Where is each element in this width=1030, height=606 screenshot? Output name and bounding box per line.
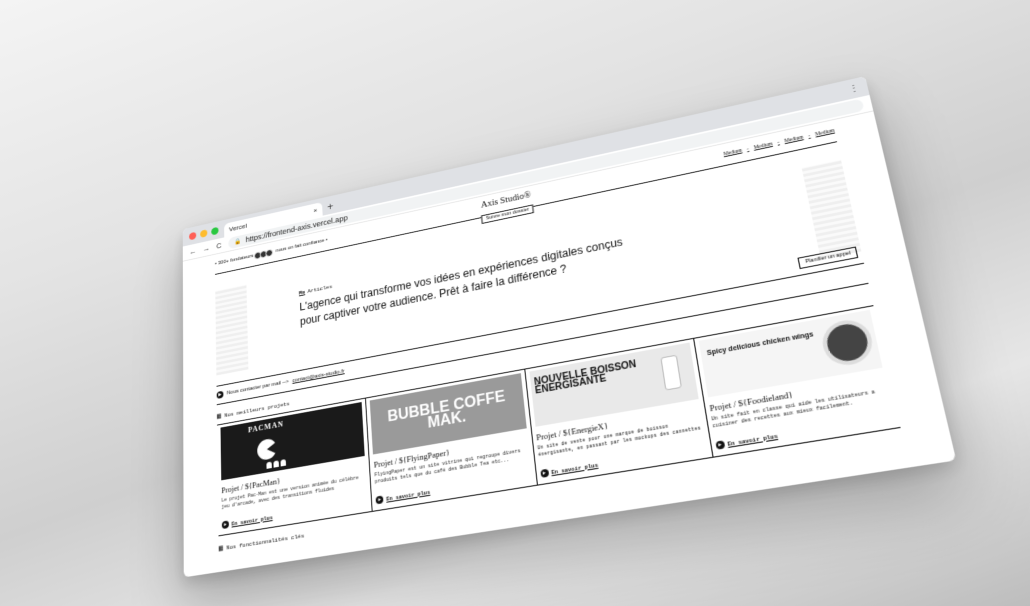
decorative-pattern xyxy=(215,284,249,376)
forward-icon[interactable]: → xyxy=(203,244,210,254)
decorative-pattern xyxy=(801,159,862,260)
medium-link[interactable]: Medium xyxy=(753,142,773,151)
food-plate xyxy=(823,321,871,364)
reload-icon[interactable]: C xyxy=(216,241,221,250)
new-tab-button[interactable]: + xyxy=(327,200,333,213)
articles-label-text: Articles xyxy=(307,283,333,295)
project-card[interactable]: Spicy delicious chicken wings Projet / $… xyxy=(694,306,900,457)
link-separator: - xyxy=(777,140,780,146)
thumbnail-text: Spicy delicious chicken wings xyxy=(706,331,815,358)
browser-window: Vercel × + ⋮ ← → C 🔒 https://frontend-ax… xyxy=(182,76,957,578)
minimize-window-button[interactable] xyxy=(200,229,208,238)
maximize-window-button[interactable] xyxy=(211,226,219,236)
thumbnail-text: BUBBLE COFFE MAK. xyxy=(387,388,506,432)
medium-link[interactable]: Medium xyxy=(815,128,835,137)
medium-link[interactable]: Medium xyxy=(784,135,804,144)
features-label: Nos fonctionnalités clés xyxy=(226,532,305,551)
founders-suffix: nous on fait confiance • xyxy=(275,237,328,254)
browser-menu-icon[interactable]: ⋮ xyxy=(848,83,860,95)
project-card[interactable]: NOUVELLE BOISSON ÉNERGISANTE Projet / ${… xyxy=(524,338,714,485)
avatar-group xyxy=(254,248,274,260)
background-stage: Vercel × + ⋮ ← → C 🔒 https://frontend-ax… xyxy=(0,0,1030,606)
website-content: • 300+ fondateurs nous on fait confiance… xyxy=(183,111,952,559)
close-window-button[interactable] xyxy=(189,231,197,241)
arrow-icon: ▶ xyxy=(375,495,384,505)
grid-icon: ▦ xyxy=(218,544,224,554)
lock-icon: 🔒 xyxy=(234,238,242,246)
pacman-icon xyxy=(257,438,277,462)
project-card[interactable]: BUBBLE COFFE MAK. Projet / ${FlyingPaper… xyxy=(366,369,538,511)
medium-logo-icon: Mm xyxy=(298,289,306,297)
back-icon[interactable]: ← xyxy=(189,247,196,257)
arrow-icon: ▶ xyxy=(539,468,549,479)
founders-count: • 300+ fondateurs xyxy=(214,253,254,267)
tab-title: Vercel xyxy=(228,222,247,234)
medium-link[interactable]: Medium xyxy=(723,148,742,157)
project-card[interactable]: PACMAN Projet / ${PacMan} Le projet Pac-… xyxy=(217,398,373,536)
link-separator: - xyxy=(807,133,811,139)
ghosts-icon xyxy=(266,459,287,469)
arrow-icon: ▶ xyxy=(216,390,224,399)
contact-email-link[interactable]: contact@axis-studio.fr xyxy=(292,369,344,384)
arrow-icon: ▶ xyxy=(715,440,726,450)
window-controls xyxy=(189,226,219,241)
tab-close-icon[interactable]: × xyxy=(313,206,317,214)
thumbnail-text: PACMAN xyxy=(247,419,284,435)
grid-icon: ▦ xyxy=(216,412,222,422)
link-separator: - xyxy=(746,146,750,153)
arrow-icon: ▶ xyxy=(221,520,229,530)
